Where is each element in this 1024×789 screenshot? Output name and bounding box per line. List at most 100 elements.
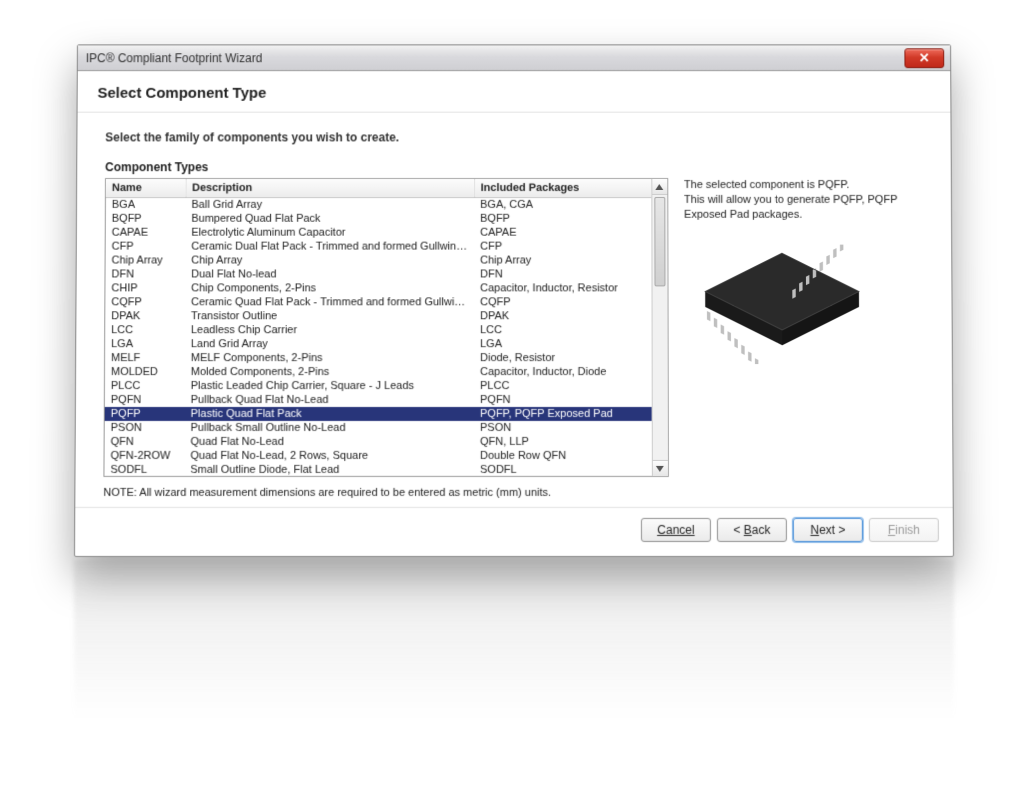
dialog-footer: Cancel < Back Next > Finish bbox=[75, 507, 953, 556]
section-label: Component Types bbox=[105, 160, 931, 174]
cell-name: SODFL bbox=[104, 463, 184, 476]
cell-name: QFN-2ROW bbox=[105, 449, 185, 463]
cell-name: BGA bbox=[106, 197, 186, 211]
cell-description: Quad Flat No-Lead, 2 Rows, Square bbox=[184, 449, 474, 463]
cell-description: Dual Flat No-lead bbox=[185, 267, 474, 281]
cell-packages: PSON bbox=[474, 421, 652, 435]
table-row[interactable]: CHIPChip Components, 2-PinsCapacitor, In… bbox=[105, 281, 651, 295]
cell-name: PSON bbox=[105, 421, 185, 435]
col-header-packages[interactable]: Included Packages bbox=[474, 179, 651, 197]
cell-packages: CAPAE bbox=[474, 226, 652, 240]
cell-packages: PLCC bbox=[474, 379, 652, 393]
scroll-down-button[interactable] bbox=[653, 460, 668, 476]
table-row[interactable]: BQFPBumpered Quad Flat PackBQFP bbox=[106, 212, 652, 226]
cell-description: MELF Components, 2-Pins bbox=[185, 351, 474, 365]
cell-packages: CQFP bbox=[474, 295, 652, 309]
dialog-header: Select Component Type bbox=[78, 71, 951, 113]
cell-packages: LCC bbox=[474, 323, 652, 337]
dialog-content: Select the family of components you wish… bbox=[75, 113, 952, 507]
cell-name: MOLDED bbox=[105, 365, 185, 379]
chevron-down-icon bbox=[656, 464, 664, 472]
window-title: IPC® Compliant Footprint Wizard bbox=[86, 51, 905, 65]
cell-description: Small Outline Diode, Flat Lead bbox=[184, 463, 474, 476]
cell-packages: BQFP bbox=[474, 212, 652, 226]
table-row[interactable]: LGALand Grid ArrayLGA bbox=[105, 337, 652, 351]
table-row[interactable]: MOLDEDMolded Components, 2-PinsCapacitor… bbox=[105, 365, 652, 379]
cell-packages: BGA, CGA bbox=[474, 197, 652, 211]
cell-packages: CFP bbox=[474, 240, 652, 254]
col-header-description[interactable]: Description bbox=[186, 179, 475, 197]
cell-packages: DFN bbox=[474, 267, 652, 281]
cell-description: Chip Array bbox=[185, 254, 474, 268]
vertical-scrollbar[interactable] bbox=[651, 179, 668, 476]
page-title: Select Component Type bbox=[97, 85, 930, 102]
cell-packages: SODFL bbox=[474, 463, 652, 476]
table-row[interactable]: CAPAEElectrolytic Aluminum CapacitorCAPA… bbox=[106, 226, 652, 240]
cell-description: Chip Components, 2-Pins bbox=[185, 281, 474, 295]
cell-description: Ceramic Dual Flat Pack - Trimmed and for… bbox=[185, 240, 474, 254]
close-button[interactable]: ✕ bbox=[904, 48, 944, 68]
cell-description: Bumpered Quad Flat Pack bbox=[185, 212, 474, 226]
wizard-dialog: IPC® Compliant Footprint Wizard ✕ Select… bbox=[74, 44, 954, 557]
info-panel: The selected component is PQFP. This wil… bbox=[684, 178, 933, 477]
table-row[interactable]: BGABall Grid ArrayBGA, CGA bbox=[106, 197, 652, 211]
instruction-text: Select the family of components you wish… bbox=[105, 130, 931, 144]
cell-description: Electrolytic Aluminum Capacitor bbox=[185, 226, 474, 240]
cell-description: Ball Grid Array bbox=[185, 197, 474, 211]
cancel-button[interactable]: Cancel bbox=[641, 518, 711, 542]
title-bar: IPC® Compliant Footprint Wizard ✕ bbox=[78, 45, 950, 71]
close-icon: ✕ bbox=[919, 50, 930, 66]
cell-description: Land Grid Array bbox=[185, 337, 474, 351]
cell-name: CHIP bbox=[105, 281, 185, 295]
table-row[interactable]: SODFLSmall Outline Diode, Flat LeadSODFL bbox=[104, 463, 651, 476]
table-row[interactable]: QFN-2ROWQuad Flat No-Lead, 2 Rows, Squar… bbox=[105, 449, 652, 463]
cell-name: CQFP bbox=[105, 295, 185, 309]
table-row[interactable]: QFNQuad Flat No-LeadQFN, LLP bbox=[105, 435, 652, 449]
cell-description: Plastic Quad Flat Pack bbox=[185, 407, 474, 421]
cell-name: LGA bbox=[105, 337, 185, 351]
cell-packages: Capacitor, Inductor, Resistor bbox=[474, 281, 652, 295]
cell-name: PLCC bbox=[105, 379, 185, 393]
cell-name: PQFP bbox=[105, 407, 185, 421]
cell-name: QFN bbox=[105, 435, 185, 449]
scroll-up-button[interactable] bbox=[652, 179, 667, 195]
cell-name: MELF bbox=[105, 351, 185, 365]
cell-description: Pullback Quad Flat No-Lead bbox=[185, 393, 474, 407]
cell-packages: PQFP, PQFP Exposed Pad bbox=[474, 407, 652, 421]
table-row[interactable]: Chip ArrayChip ArrayChip Array bbox=[106, 254, 652, 268]
cell-packages: Double Row QFN bbox=[474, 449, 652, 463]
next-button[interactable]: Next > bbox=[793, 518, 863, 542]
col-header-name[interactable]: Name bbox=[106, 179, 186, 197]
component-preview-image bbox=[692, 244, 872, 363]
table-row[interactable]: PSONPullback Small Outline No-LeadPSON bbox=[105, 421, 652, 435]
table-row[interactable]: DFNDual Flat No-leadDFN bbox=[105, 267, 651, 281]
table-row[interactable]: CQFPCeramic Quad Flat Pack - Trimmed and… bbox=[105, 295, 651, 309]
cell-description: Molded Components, 2-Pins bbox=[185, 365, 474, 379]
cell-description: Transistor Outline bbox=[185, 309, 474, 323]
cell-packages: Diode, Resistor bbox=[474, 351, 652, 365]
table-row[interactable]: PQFPPlastic Quad Flat PackPQFP, PQFP Exp… bbox=[105, 407, 652, 421]
chevron-up-icon bbox=[656, 183, 664, 191]
cell-name: LCC bbox=[105, 323, 185, 337]
cell-description: Leadless Chip Carrier bbox=[185, 323, 474, 337]
cell-description: Plastic Leaded Chip Carrier, Square - J … bbox=[185, 379, 474, 393]
reflection-decoration bbox=[74, 559, 954, 719]
cell-packages: Chip Array bbox=[474, 254, 652, 268]
info-line-2: This will allow you to generate PQFP, PQ… bbox=[684, 193, 931, 222]
component-types-table: Name Description Included Packages BGABa… bbox=[103, 178, 668, 477]
back-button[interactable]: < Back bbox=[717, 518, 787, 542]
cell-description: Quad Flat No-Lead bbox=[184, 435, 474, 449]
cell-name: Chip Array bbox=[106, 254, 186, 268]
cell-name: DFN bbox=[105, 267, 185, 281]
table-row[interactable]: PQFNPullback Quad Flat No-LeadPQFN bbox=[105, 393, 652, 407]
cell-description: Pullback Small Outline No-Lead bbox=[185, 421, 475, 435]
table-row[interactable]: LCCLeadless Chip CarrierLCC bbox=[105, 323, 652, 337]
table-row[interactable]: MELFMELF Components, 2-PinsDiode, Resist… bbox=[105, 351, 652, 365]
table-row[interactable]: PLCCPlastic Leaded Chip Carrier, Square … bbox=[105, 379, 652, 393]
cell-packages: DPAK bbox=[474, 309, 652, 323]
cell-name: CAPAE bbox=[106, 226, 186, 240]
cell-packages: LGA bbox=[474, 337, 652, 351]
scroll-thumb[interactable] bbox=[654, 197, 665, 286]
table-row[interactable]: CFPCeramic Dual Flat Pack - Trimmed and … bbox=[106, 240, 652, 254]
table-row[interactable]: DPAKTransistor OutlineDPAK bbox=[105, 309, 651, 323]
